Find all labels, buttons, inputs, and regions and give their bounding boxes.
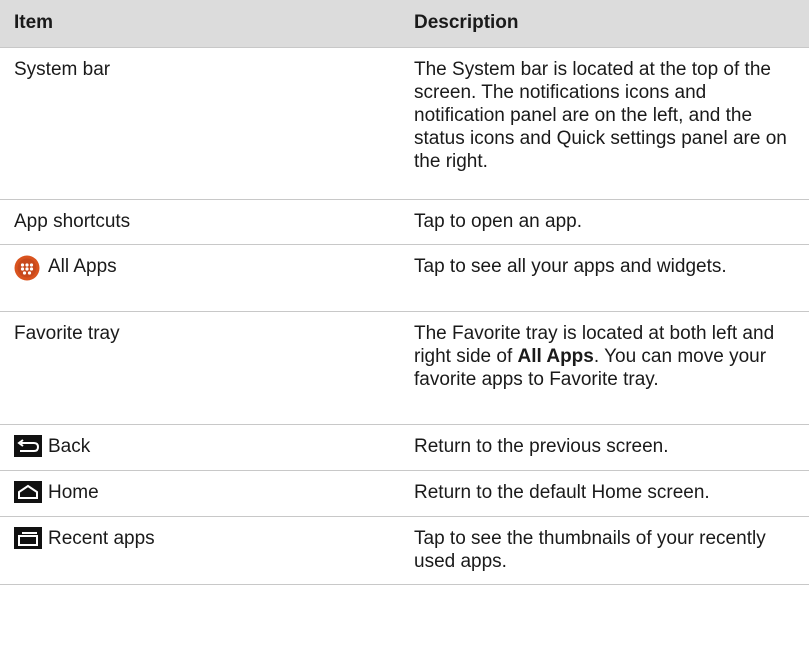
table-row: Back Return to the previous screen. xyxy=(0,424,809,471)
header-description: Description xyxy=(404,0,809,48)
table-row: All Apps Tap to see all your apps and wi… xyxy=(0,244,809,312)
table-row: Home Return to the default Home screen. xyxy=(0,470,809,517)
item-cell: App shortcuts xyxy=(0,199,404,245)
description-cell: The System bar is located at the top of … xyxy=(404,47,809,200)
item-cell: All Apps xyxy=(0,244,404,312)
description-cell: Return to the default Home screen. xyxy=(404,470,809,517)
description-bold: All Apps xyxy=(517,345,594,367)
item-cell: Home xyxy=(0,470,404,517)
item-label: App shortcuts xyxy=(14,210,131,232)
table-row: System bar The System bar is located at … xyxy=(0,47,809,200)
item-label: Recent apps xyxy=(48,528,155,549)
item-label: Favorite tray xyxy=(14,322,120,344)
home-icon xyxy=(14,480,42,505)
item-label: Back xyxy=(48,436,91,457)
item-cell: Recent apps xyxy=(0,516,404,585)
description-cell: Tap to see all your apps and widgets. xyxy=(404,244,809,312)
item-label: Home xyxy=(48,482,99,503)
recent-apps-icon xyxy=(14,526,42,551)
table-row: Recent apps Tap to see the thumbnails of… xyxy=(0,516,809,585)
item-cell: Back xyxy=(0,424,404,471)
description-cell: Tap to open an app. xyxy=(404,199,809,245)
item-cell: System bar xyxy=(0,47,404,200)
item-label: All Apps xyxy=(48,256,117,277)
description-cell: Return to the previous screen. xyxy=(404,424,809,471)
items-table: Item Description System bar The System b… xyxy=(0,0,809,585)
table-row: Favorite tray The Favorite tray is locat… xyxy=(0,311,809,425)
table-header-row: Item Description xyxy=(0,0,809,48)
table-row: App shortcuts Tap to open an app. xyxy=(0,199,809,245)
item-label: System bar xyxy=(14,58,111,80)
description-cell: The Favorite tray is located at both lef… xyxy=(404,311,809,425)
back-icon xyxy=(14,434,42,459)
description-cell: Tap to see the thumbnails of your recent… xyxy=(404,516,809,585)
item-cell: Favorite tray xyxy=(0,311,404,425)
all-apps-icon xyxy=(14,255,42,280)
header-item: Item xyxy=(0,0,404,48)
